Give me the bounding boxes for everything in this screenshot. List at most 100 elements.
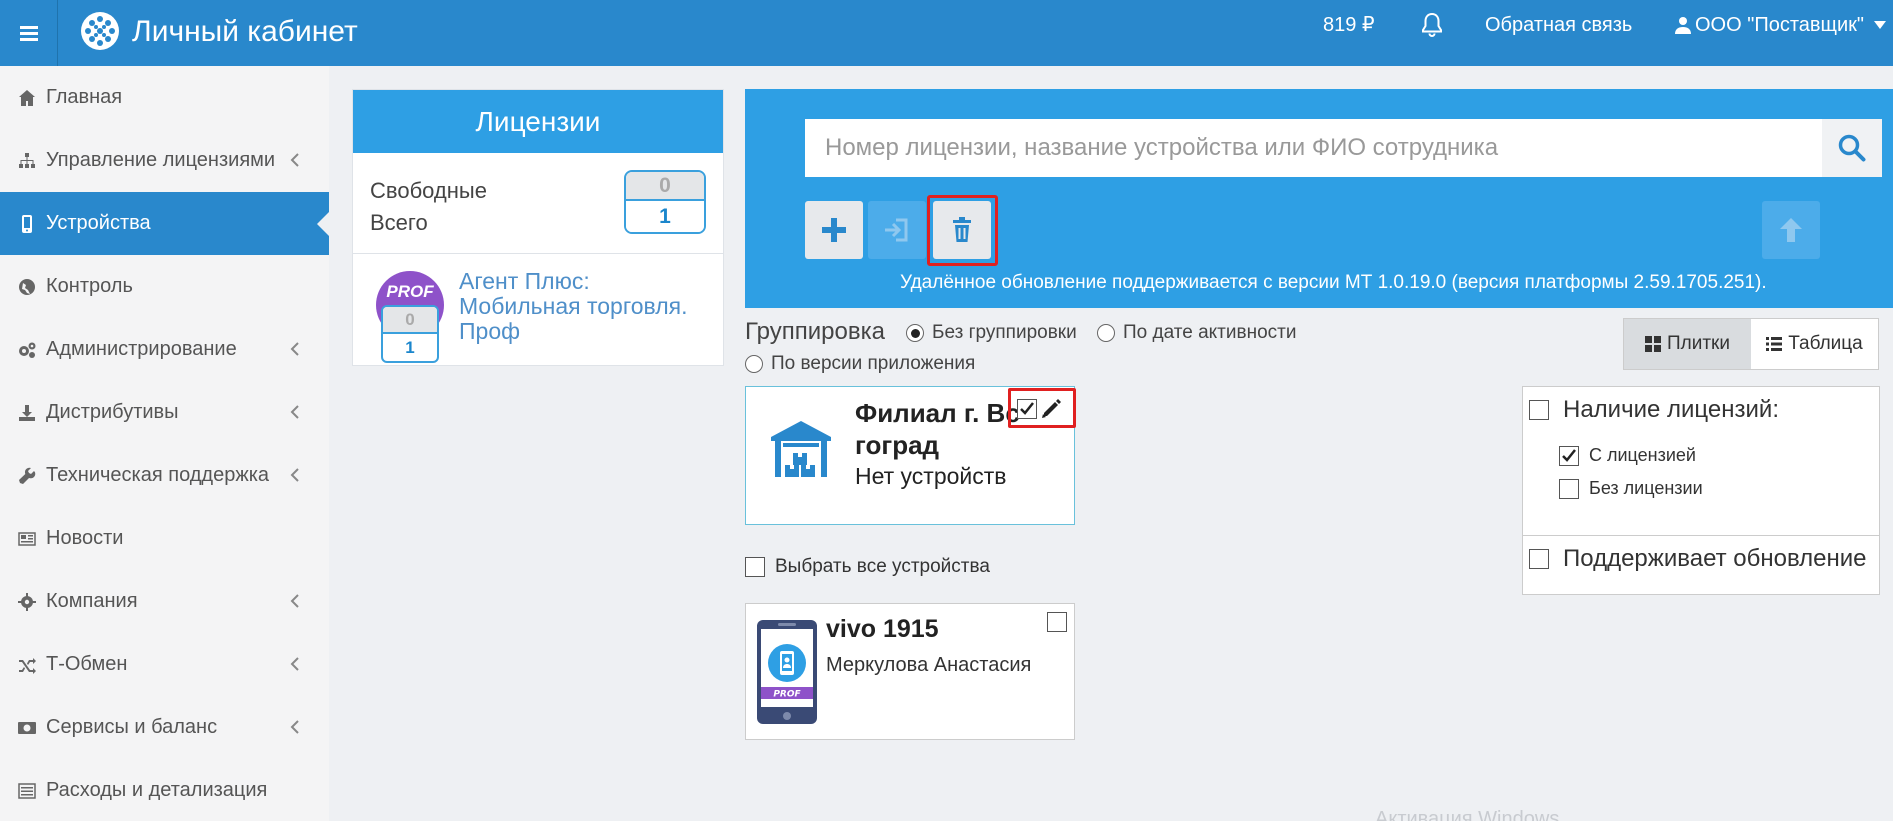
check-icon — [1562, 448, 1576, 462]
sidebar-item-0[interactable]: Главная — [0, 66, 329, 129]
filter-without-license[interactable]: Без лицензии — [1559, 478, 1703, 499]
product-counter: 0 1 — [381, 305, 439, 363]
move-device-button[interactable] — [868, 201, 926, 259]
home-icon — [16, 87, 38, 109]
license-product[interactable]: PROF 0 1 Агент Плюс: Мобильная торговля.… — [353, 254, 723, 363]
filter-divider — [1523, 535, 1879, 536]
app-title: Личный кабинет — [132, 15, 358, 48]
licenses-title: Лицензии — [353, 90, 723, 153]
money-icon — [16, 717, 38, 739]
select-all-checkbox[interactable] — [745, 557, 765, 577]
balance[interactable]: 819 ₽ — [1323, 12, 1375, 38]
arrow-up-icon — [1780, 218, 1802, 242]
supports-update-checkbox[interactable] — [1529, 549, 1549, 569]
branch-checkbox[interactable] — [1017, 399, 1037, 419]
search-icon — [1838, 134, 1866, 162]
th-large-icon — [1645, 336, 1661, 352]
gear-icon — [16, 591, 38, 613]
sidebar-item-4[interactable]: Администрирование — [0, 318, 329, 381]
sidebar-item-1[interactable]: Управление лицензиями — [0, 129, 329, 192]
list-icon — [1766, 337, 1783, 351]
sidebar-item-5[interactable]: Дистрибутивы — [0, 381, 329, 444]
filter-licenses[interactable]: Наличие лицензий: — [1529, 396, 1779, 424]
sidebar-item-10[interactable]: Сервисы и баланс — [0, 696, 329, 759]
filter-supports-update[interactable]: Поддерживает обновление — [1529, 545, 1867, 573]
sidebar-item-label: Сервисы и баланс — [46, 716, 218, 738]
without-license-checkbox[interactable] — [1559, 478, 1579, 499]
licenses-panel: Лицензии Свободные Всего 0 1 PROF 0 1 Аг… — [352, 89, 724, 366]
chevron-left-icon — [290, 342, 299, 356]
hamburger-icon — [19, 26, 38, 41]
sidebar-item-label: Т-Обмен — [46, 653, 128, 675]
chevron-left-icon — [290, 405, 299, 419]
sidebar-item-label: Администрирование — [46, 338, 237, 360]
product-name-link[interactable]: Агент Плюс: Мобильная торговля. Проф — [459, 269, 709, 344]
device-card[interactable]: PROF vivo 1915 Меркулова Анастасия — [745, 603, 1075, 740]
search-input[interactable] — [805, 119, 1822, 177]
menu-toggle-button[interactable] — [0, 0, 58, 66]
chevron-left-icon — [290, 594, 299, 608]
table-view-button[interactable]: Таблица — [1751, 319, 1878, 369]
filter-licenses-checkbox[interactable] — [1529, 400, 1549, 420]
globe-icon — [16, 276, 38, 298]
product-total-count: 1 — [405, 337, 415, 357]
sidebar: Главная Управление лицензиями Устройства Ко… — [0, 66, 330, 821]
warehouse-icon — [771, 421, 831, 477]
device-checkbox[interactable] — [1047, 612, 1067, 632]
feedback-link[interactable]: Обратная связь — [1485, 12, 1632, 38]
with-license-checkbox[interactable] — [1559, 445, 1579, 466]
device-user: Меркулова Анастасия — [826, 654, 1032, 676]
pencil-icon[interactable] — [1040, 398, 1062, 420]
grouping-label: Группировка — [745, 318, 885, 345]
update-note: Удалённое обновление поддерживается с ве… — [900, 272, 1767, 293]
search-button[interactable] — [1822, 119, 1882, 177]
sidebar-item-2[interactable]: Устройства — [0, 192, 330, 255]
license-counter: 0 1 — [624, 170, 706, 234]
user-menu[interactable]: ООО "Поставщик" — [1675, 12, 1886, 38]
gears-icon — [16, 339, 38, 361]
chevron-left-icon — [290, 720, 299, 734]
sidebar-item-label: Компания — [46, 590, 138, 612]
random-icon — [16, 654, 38, 676]
select-all-devices[interactable]: Выбрать все устройства — [745, 556, 990, 578]
plus-icon — [822, 218, 846, 242]
radio-no-grouping[interactable]: Без группировки — [906, 322, 1077, 344]
mobile-icon — [16, 213, 38, 235]
filter-with-license[interactable]: С лицензией — [1559, 445, 1696, 466]
sidebar-item-9[interactable]: Т-Обмен — [0, 633, 329, 696]
sidebar-item-label: Новости — [46, 527, 124, 549]
tiles-view-button[interactable]: Плитки — [1624, 319, 1751, 369]
chevron-left-icon — [290, 468, 299, 482]
radio-dot — [1097, 324, 1115, 342]
branch-subtitle: Нет устройств — [855, 463, 1007, 489]
add-device-button[interactable] — [805, 201, 863, 259]
sidebar-item-3[interactable]: Контроль — [0, 255, 329, 318]
sign-in-icon — [885, 218, 908, 242]
view-toggle: Плитки Таблица — [1623, 318, 1879, 370]
sidebar-item-label: Управление лицензиями — [46, 149, 276, 171]
sidebar-item-label: Главная — [46, 86, 123, 108]
sidebar-item-7[interactable]: Новости — [0, 507, 329, 570]
sidebar-item-label: Техническая поддержка — [46, 464, 270, 486]
remote-update-button[interactable] — [1762, 201, 1820, 259]
radio-by-version[interactable]: По версии приложения — [745, 353, 975, 375]
sidebar-item-6[interactable]: Техническая поддержка — [0, 444, 329, 507]
sitemap-icon — [16, 150, 38, 172]
newspaper-icon — [16, 528, 38, 550]
sidebar-item-8[interactable]: Компания — [0, 570, 329, 633]
sidebar-item-label: Расходы и детализация — [46, 779, 268, 801]
sidebar-item-11[interactable]: Расходы и детализация — [0, 759, 329, 821]
check-icon — [1020, 402, 1034, 415]
device-name: vivo 1915 — [826, 615, 939, 643]
bell-icon[interactable] — [1420, 12, 1444, 38]
total-label: Всего — [370, 210, 428, 235]
radio-by-activity[interactable]: По дате активности — [1097, 322, 1296, 344]
total-count: 1 — [626, 201, 704, 232]
list-icon — [16, 780, 38, 802]
licenses-summary: Свободные Всего 0 1 — [353, 153, 723, 254]
product-free-count: 0 — [383, 307, 437, 334]
user-name: ООО "Поставщик" — [1695, 14, 1864, 36]
free-label: Свободные — [370, 178, 487, 203]
logo-icon[interactable] — [80, 11, 120, 51]
delete-highlight — [927, 195, 998, 266]
